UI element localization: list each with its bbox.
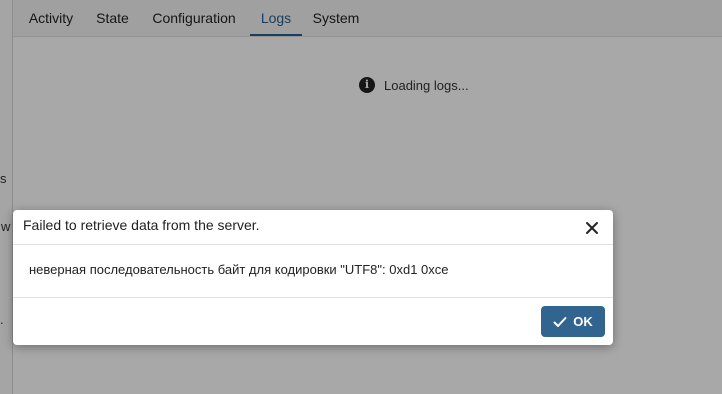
ok-button-label: OK <box>573 314 593 329</box>
close-button[interactable] <box>583 219 601 237</box>
dialog-title: Failed to retrieve data from the server. <box>23 217 260 233</box>
error-dialog: Failed to retrieve data from the server.… <box>13 210 613 345</box>
close-icon <box>586 222 598 234</box>
dialog-body: неверная последовательность байт для код… <box>13 245 613 298</box>
error-message: неверная последовательность байт для код… <box>29 262 449 277</box>
ok-button[interactable]: OK <box>541 306 605 337</box>
check-icon <box>553 316 567 327</box>
app-window: s w . Activity State Configuration Logs … <box>0 0 722 394</box>
dialog-header: Failed to retrieve data from the server. <box>13 210 613 245</box>
